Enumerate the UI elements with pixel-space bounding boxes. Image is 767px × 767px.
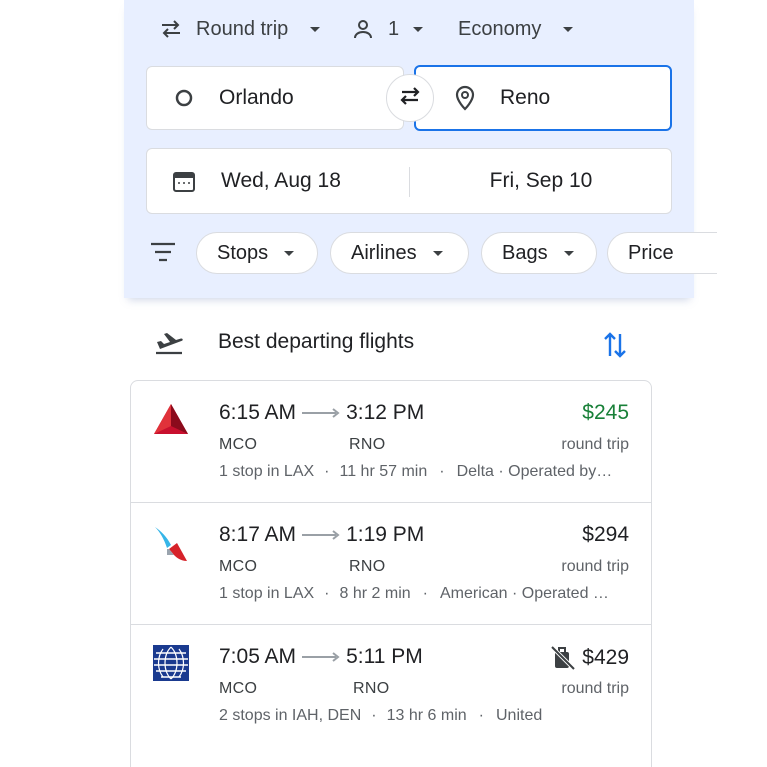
chevron-down-icon bbox=[432, 250, 443, 256]
duration: 11 hr 57 min bbox=[339, 463, 428, 480]
depart-date-field[interactable]: Wed, Aug 18 bbox=[147, 149, 409, 213]
chevron-down-icon bbox=[310, 26, 321, 32]
delta-logo-icon bbox=[153, 403, 189, 439]
price-type: round trip bbox=[561, 436, 629, 453]
destination-airport: RNO bbox=[349, 436, 386, 453]
destination-field[interactable]: Reno bbox=[414, 65, 672, 131]
duration: 13 hr 6 min bbox=[386, 707, 467, 724]
flight-result-row[interactable]: 7:05 AM 5:11 PM MCO RNO 2 stops in IAH, … bbox=[131, 625, 651, 747]
stops-filter-chip[interactable]: Stops bbox=[196, 232, 318, 274]
location-pin-icon bbox=[452, 85, 478, 111]
origin-airport: MCO bbox=[219, 680, 258, 697]
round-trip-arrows-icon bbox=[158, 16, 184, 42]
takeoff-plane-icon bbox=[154, 330, 184, 361]
results-title: Best departing flights bbox=[218, 330, 415, 353]
trip-options-row: Round trip 1 Economy bbox=[124, 12, 694, 46]
airline-name: Delta · Operated by… bbox=[456, 463, 613, 480]
destination-airport: RNO bbox=[349, 558, 386, 575]
flight-times: 7:05 AM 5:11 PM bbox=[219, 645, 423, 669]
depart-time: 8:17 AM bbox=[219, 523, 297, 546]
chevron-down-icon bbox=[413, 26, 424, 32]
cabin-class-label: Economy bbox=[458, 17, 542, 40]
arrive-time: 3:12 PM bbox=[346, 401, 425, 424]
price: $245 bbox=[582, 401, 629, 424]
flight-times: 8:17 AM 1:19 PM bbox=[219, 523, 424, 547]
swap-arrows-icon bbox=[397, 85, 423, 112]
person-icon bbox=[350, 16, 376, 42]
search-panel: Round trip 1 Economy Orlando Reno Wed, A… bbox=[124, 0, 717, 298]
cabin-class-dropdown[interactable]: Economy bbox=[458, 12, 574, 46]
chip-label: Stops bbox=[217, 241, 269, 264]
chip-label: Airlines bbox=[351, 241, 417, 264]
airline-name: United bbox=[495, 707, 543, 724]
flight-result-row[interactable]: 6:15 AM 3:12 PM MCO RNO 1 stop in LAX · 11… bbox=[131, 381, 651, 503]
origin-field[interactable]: Orlando bbox=[146, 66, 404, 130]
chip-label: Bags bbox=[502, 241, 548, 264]
date-field: Wed, Aug 18 Fri, Sep 10 bbox=[146, 148, 672, 214]
origin-airport: MCO bbox=[219, 558, 258, 575]
chevron-down-icon bbox=[563, 26, 574, 32]
route-arrow-icon bbox=[302, 408, 340, 418]
bags-filter-chip[interactable]: Bags bbox=[481, 232, 597, 274]
stops-info: 1 stop in LAX bbox=[219, 463, 315, 480]
stops-info: 1 stop in LAX bbox=[219, 585, 315, 602]
swap-locations-button[interactable] bbox=[386, 74, 434, 122]
return-date-field[interactable]: Fri, Sep 10 bbox=[410, 149, 672, 213]
trip-type-label: Round trip bbox=[196, 17, 289, 40]
route-arrow-icon bbox=[302, 652, 340, 662]
american-airlines-logo-icon bbox=[153, 525, 189, 561]
flight-details: 2 stops in IAH, DEN · 13 hr 6 min · United bbox=[219, 707, 543, 724]
depart-time: 6:15 AM bbox=[219, 401, 297, 424]
flight-times: 6:15 AM 3:12 PM bbox=[219, 401, 424, 425]
no-carry-on-bag-icon bbox=[550, 645, 576, 671]
flight-details: 1 stop in LAX · 8 hr 2 min · American · Oper… bbox=[219, 585, 609, 602]
origin-circle-icon bbox=[171, 85, 197, 111]
flight-result-row[interactable]: 8:17 AM 1:19 PM MCO RNO 1 stop in LAX · 8 … bbox=[131, 503, 651, 625]
chevron-down-icon bbox=[563, 250, 574, 256]
route-arrow-icon bbox=[302, 530, 340, 540]
depart-time: 7:05 AM bbox=[219, 645, 297, 668]
passenger-dropdown[interactable]: 1 bbox=[350, 12, 424, 46]
stops-info: 2 stops in IAH, DEN bbox=[219, 707, 362, 724]
passenger-count: 1 bbox=[388, 17, 400, 40]
sort-icon[interactable] bbox=[602, 330, 628, 365]
chip-label: Price bbox=[628, 241, 674, 264]
trip-type-dropdown[interactable]: Round trip bbox=[158, 12, 321, 46]
flight-results-list: 6:15 AM 3:12 PM MCO RNO 1 stop in LAX · 11… bbox=[130, 380, 652, 767]
destination-airport: RNO bbox=[353, 680, 390, 697]
filter-icon[interactable] bbox=[150, 242, 176, 267]
destination-value: Reno bbox=[500, 86, 551, 109]
united-globe-logo-icon bbox=[153, 645, 189, 681]
return-date-value: Fri, Sep 10 bbox=[489, 169, 593, 192]
chevron-down-icon bbox=[284, 250, 295, 256]
arrive-time: 5:11 PM bbox=[346, 645, 423, 668]
price: $294 bbox=[582, 523, 629, 546]
depart-date-value: Wed, Aug 18 bbox=[221, 169, 341, 192]
price-type: round trip bbox=[561, 680, 629, 697]
price-type: round trip bbox=[561, 558, 629, 575]
calendar-icon bbox=[171, 168, 197, 194]
results-header: Best departing flights bbox=[124, 322, 644, 366]
airline-name: American · Operated … bbox=[439, 585, 609, 602]
arrive-time: 1:19 PM bbox=[346, 523, 425, 546]
origin-airport: MCO bbox=[219, 436, 258, 453]
origin-value: Orlando bbox=[219, 86, 294, 109]
price-with-icon: $429 bbox=[550, 645, 629, 671]
flight-details: 1 stop in LAX · 11 hr 57 min · Delta · Opera… bbox=[219, 463, 613, 480]
price-filter-chip[interactable]: Price bbox=[607, 232, 717, 274]
price: $429 bbox=[582, 646, 629, 669]
duration: 8 hr 2 min bbox=[339, 585, 411, 602]
airlines-filter-chip[interactable]: Airlines bbox=[330, 232, 469, 274]
